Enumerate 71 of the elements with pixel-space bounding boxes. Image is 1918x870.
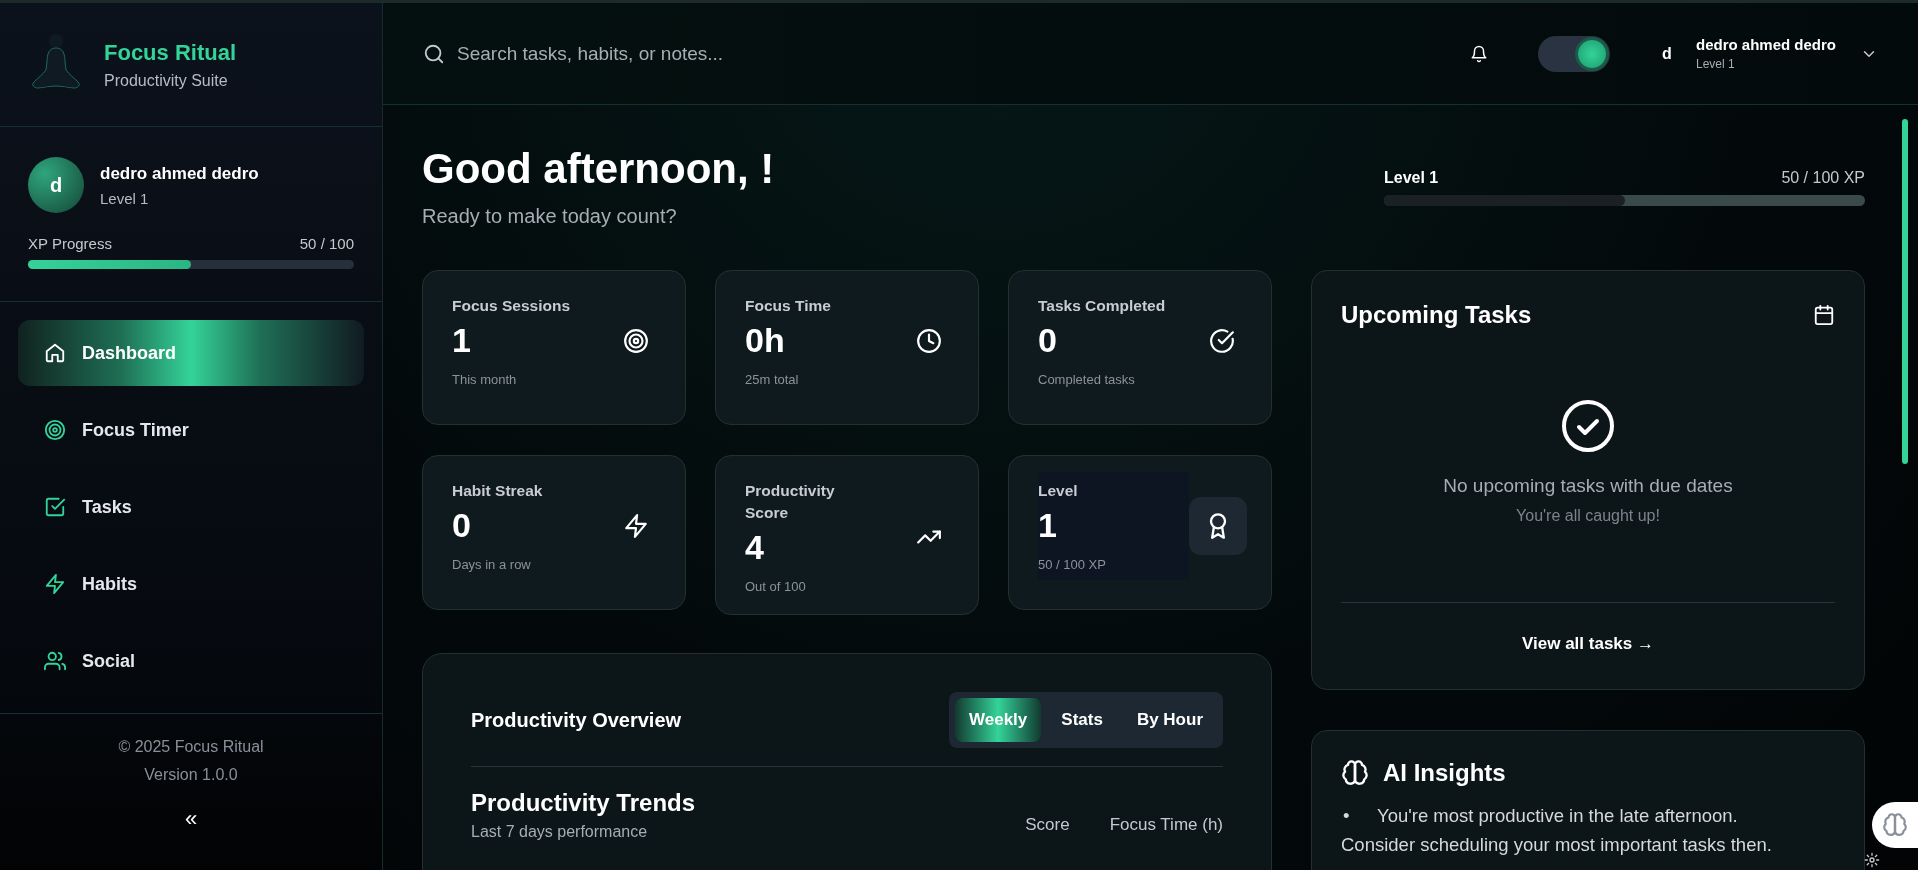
stat-note: Out of 100 xyxy=(745,579,807,594)
people-icon xyxy=(44,650,66,672)
search-field[interactable]: Search tasks, habits, or notes... xyxy=(457,42,857,65)
stat-value: 4 xyxy=(745,528,765,567)
insight-text: • You're most productive in the late afternoon. Consider scheduling your most important tasks then. xyxy=(1341,804,1773,857)
xp-label: XP Progress xyxy=(28,235,112,252)
theme-toggle[interactable] xyxy=(1537,35,1610,72)
greeting-subtitle: Ready to make today count? xyxy=(422,205,678,228)
stat-value: 0h xyxy=(745,321,786,360)
stat-note: This month xyxy=(452,372,518,387)
lightning-icon xyxy=(44,573,66,595)
stat-value: 0 xyxy=(452,506,472,545)
bell-icon xyxy=(1469,44,1488,63)
panel-title: Productivity Overview xyxy=(471,708,682,732)
calendar-icon[interactable] xyxy=(1813,304,1835,326)
xp-value: 50 / 100 XP xyxy=(1781,169,1865,187)
stat-title: Level xyxy=(1038,481,1079,501)
user-level: Level 1 xyxy=(1695,57,1736,71)
legend-label: Score xyxy=(1025,815,1070,835)
app-subtitle: Productivity Suite xyxy=(104,71,229,90)
target-icon xyxy=(623,328,649,354)
nav-item[interactable]: Social xyxy=(18,628,364,694)
stat-title: Productivity Score xyxy=(745,481,836,523)
checkbox-icon xyxy=(44,496,66,518)
app-title: Focus Ritual xyxy=(104,39,236,66)
user-name: dedro ahmed dedro xyxy=(1695,36,1836,53)
brain-icon xyxy=(1882,812,1908,838)
stat-title: Focus Time xyxy=(745,296,832,316)
chart-subtitle: Last 7 days performance xyxy=(471,823,649,841)
check-circle-icon xyxy=(1209,328,1235,354)
xp-value: 50 / 100 xyxy=(299,235,354,252)
home-icon xyxy=(44,342,66,364)
stat-title: Tasks Completed xyxy=(1038,296,1167,316)
stat-note: Days in a row xyxy=(452,557,532,572)
greeting-title: Good afternoon, ! xyxy=(422,145,776,193)
assistant-button[interactable] xyxy=(1872,802,1918,848)
stat-value: 1 xyxy=(452,321,472,360)
stat-value: 0 xyxy=(1038,321,1058,360)
stat-note: 50 / 100 XP xyxy=(1038,557,1107,572)
legend-label: Focus Time (h) xyxy=(1109,815,1223,835)
lightning-icon xyxy=(623,513,649,539)
brain-icon xyxy=(1341,759,1369,787)
user-level: Level 1 xyxy=(100,189,150,207)
chart-title: Productivity Trends xyxy=(471,789,696,817)
view-tab[interactable]: Stats xyxy=(1047,698,1117,742)
user-avatar: d xyxy=(28,157,84,213)
check-circle-icon xyxy=(1561,398,1615,453)
nav-item[interactable]: Dashboard xyxy=(18,320,364,386)
clock-icon xyxy=(916,328,942,354)
view-tab[interactable]: By Hour xyxy=(1122,698,1217,742)
version-text: Version 1.0.0 xyxy=(144,766,238,784)
view-all-tasks-link[interactable]: View all tasks → xyxy=(1516,633,1660,655)
card-title: Upcoming Tasks xyxy=(1341,301,1532,329)
stat-title: Focus Sessions xyxy=(452,296,571,316)
nav-item[interactable]: Focus Timer xyxy=(18,397,364,463)
empty-state-note: You're all caught up! xyxy=(1516,506,1660,525)
user-avatar: d xyxy=(1661,44,1673,63)
stat-note: 25m total xyxy=(745,372,800,387)
nav-item[interactable]: Habits xyxy=(18,551,364,617)
nav-item[interactable]: Tasks xyxy=(18,474,364,540)
target-icon xyxy=(44,419,66,441)
stat-note: Completed tasks xyxy=(1038,372,1136,387)
collapse-sidebar-button[interactable]: « xyxy=(178,806,204,832)
stat-value: 1 xyxy=(1038,506,1058,545)
search-icon xyxy=(423,42,445,65)
level-label: Level 1 xyxy=(1384,169,1439,187)
card-title: AI Insights xyxy=(1383,759,1506,787)
stat-title: Habit Streak xyxy=(452,481,544,501)
user-name: dedro ahmed dedro xyxy=(100,163,259,184)
copyright-text: © 2025 Focus Ritual xyxy=(118,738,264,756)
empty-state-title: No upcoming tasks with due dates xyxy=(1443,474,1733,497)
